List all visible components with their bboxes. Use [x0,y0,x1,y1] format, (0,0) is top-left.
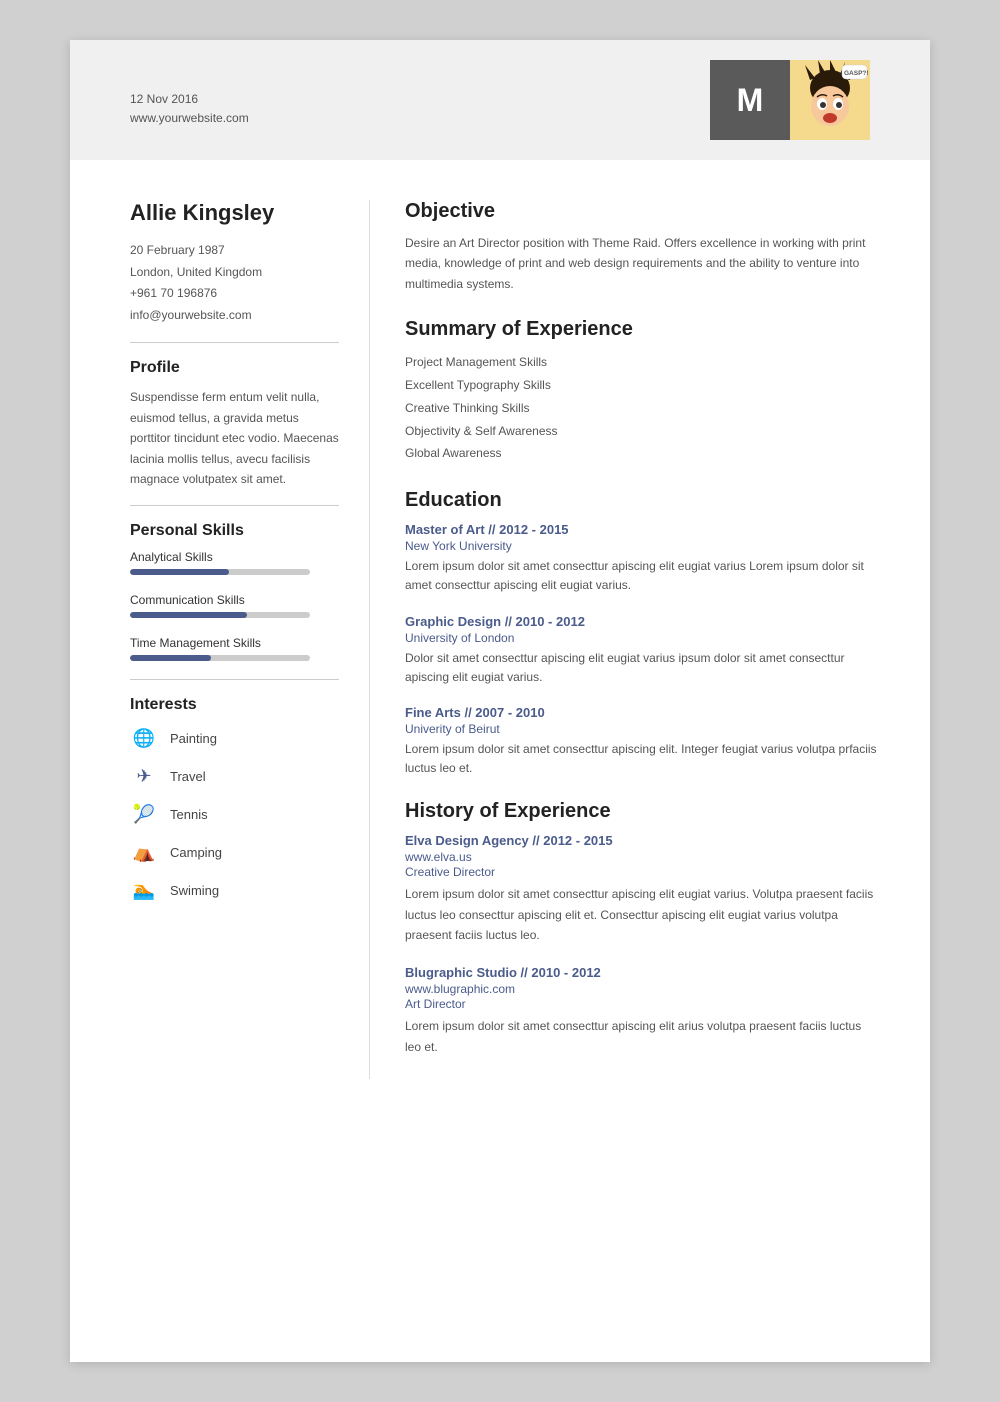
interest-label: Painting [170,731,217,746]
person-phone: +961 70 196876 [130,283,339,305]
person-location: London, United Kingdom [130,262,339,284]
experience-entry: Elva Design Agency // 2012 - 2015 www.el… [405,833,880,945]
avatar-illustration: GASP?! [790,60,870,140]
exp-role: Art Director [405,997,880,1011]
edu-degree: Fine Arts // 2007 - 2010 [405,705,880,720]
education-entry: Graphic Design // 2010 - 2012 University… [405,614,880,687]
edu-degree: Graphic Design // 2010 - 2012 [405,614,880,629]
profile-title: Profile [130,359,339,377]
skills-title: Personal Skills [130,522,339,540]
skill-bar [130,569,310,575]
profile-text: Suspendisse ferm entum velit nulla, euis… [130,387,339,489]
edu-institution: New York University [405,539,880,553]
skill-bar-fill [130,569,229,575]
edu-description: Lorem ipsum dolor sit amet consecttur ap… [405,740,880,778]
interest-icon: 🏊 [130,876,158,904]
summary-title: Summary of Experience [405,318,880,341]
interest-label: Travel [170,769,206,784]
header-date: 12 Nov 2016 [130,90,249,109]
interest-item: 🏊 Swiming [130,876,339,904]
objective-section: Objective Desire an Art Director positio… [405,200,880,294]
exp-company: Blugraphic Studio // 2010 - 2012 [405,965,880,980]
skill-label: Analytical Skills [130,550,339,564]
interest-item: 🎾 Tennis [130,800,339,828]
objective-text: Desire an Art Director position with The… [405,233,880,294]
education-title: Education [405,489,880,512]
summary-item: Project Management Skills [405,351,880,374]
exp-description: Lorem ipsum dolor sit amet consecttur ap… [405,1016,880,1057]
initial-block: M [710,60,790,140]
interests-title: Interests [130,696,339,714]
skills-list: Analytical Skills Communication Skills T… [130,550,339,661]
interest-item: ⛺ Camping [130,838,339,866]
skill-label: Communication Skills [130,593,339,607]
interest-icon: ⛺ [130,838,158,866]
header-website: www.yourwebsite.com [130,109,249,128]
header-section: 12 Nov 2016 www.yourwebsite.com M [70,40,930,160]
summary-list: Project Management SkillsExcellent Typog… [405,351,880,465]
education-section: Education Master of Art // 2012 - 2015 N… [405,489,880,778]
person-dob: 20 February 1987 [130,240,339,262]
skill-bar-fill [130,612,247,618]
skill-item: Communication Skills [130,593,339,618]
history-section: History of Experience Elva Design Agency… [405,800,880,1057]
skill-bar-fill [130,655,211,661]
exp-description: Lorem ipsum dolor sit amet consecttur ap… [405,884,880,945]
edu-institution: Univerity of Beirut [405,722,880,736]
skill-item: Time Management Skills [130,636,339,661]
summary-item: Global Awareness [405,442,880,465]
divider-2 [130,505,339,506]
summary-item: Objectivity & Self Awareness [405,420,880,443]
exp-url: www.blugraphic.com [405,982,880,996]
person-name: Allie Kingsley [130,200,339,226]
edu-degree: Master of Art // 2012 - 2015 [405,522,880,537]
education-entry: Master of Art // 2012 - 2015 New York Un… [405,522,880,595]
objective-title: Objective [405,200,880,223]
skill-label: Time Management Skills [130,636,339,650]
interest-label: Tennis [170,807,208,822]
summary-item: Excellent Typography Skills [405,374,880,397]
skill-item: Analytical Skills [130,550,339,575]
history-entries: Elva Design Agency // 2012 - 2015 www.el… [405,833,880,1057]
education-entries: Master of Art // 2012 - 2015 New York Un… [405,522,880,778]
header-meta: 12 Nov 2016 www.yourwebsite.com [130,60,249,128]
interests-list: 🌐 Painting ✈ Travel 🎾 Tennis ⛺ Camping 🏊… [130,724,339,904]
avatar-block: GASP?! [790,60,870,140]
interest-label: Camping [170,845,222,860]
interest-item: ✈ Travel [130,762,339,790]
right-column: Objective Desire an Art Director positio… [370,200,880,1079]
left-column: Allie Kingsley 20 February 1987 London, … [130,200,370,1079]
divider-1 [130,342,339,343]
interest-icon: 🌐 [130,724,158,752]
person-email: info@yourwebsite.com [130,305,339,327]
summary-section: Summary of Experience Project Management… [405,318,880,465]
interest-icon: 🎾 [130,800,158,828]
edu-description: Lorem ipsum dolor sit amet consecttur ap… [405,557,880,595]
exp-url: www.elva.us [405,850,880,864]
interest-icon: ✈ [130,762,158,790]
contact-info: 20 February 1987 London, United Kingdom … [130,240,339,326]
main-content: Allie Kingsley 20 February 1987 London, … [70,160,930,1129]
history-title: History of Experience [405,800,880,823]
experience-entry: Blugraphic Studio // 2010 - 2012 www.blu… [405,965,880,1057]
divider-3 [130,679,339,680]
resume-page: 12 Nov 2016 www.yourwebsite.com M [70,40,930,1362]
header-photos: M [710,60,870,140]
svg-text:GASP?!: GASP?! [844,70,869,77]
interest-item: 🌐 Painting [130,724,339,752]
interest-label: Swiming [170,883,219,898]
exp-role: Creative Director [405,865,880,879]
edu-description: Dolor sit amet consecttur apiscing elit … [405,649,880,687]
summary-item: Creative Thinking Skills [405,397,880,420]
exp-company: Elva Design Agency // 2012 - 2015 [405,833,880,848]
skill-bar [130,612,310,618]
skill-bar [130,655,310,661]
education-entry: Fine Arts // 2007 - 2010 Univerity of Be… [405,705,880,778]
edu-institution: University of London [405,631,880,645]
